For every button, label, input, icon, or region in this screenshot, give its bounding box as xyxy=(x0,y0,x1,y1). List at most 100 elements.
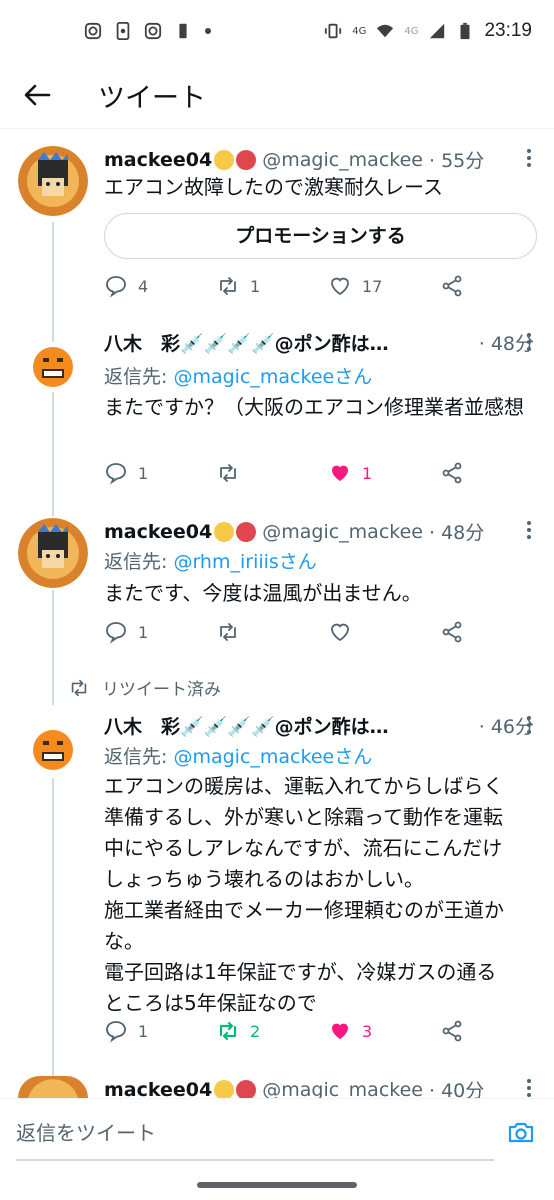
signal-icon xyxy=(430,23,445,39)
share-icon xyxy=(442,275,462,297)
gesture-nav-bar[interactable] xyxy=(197,1182,357,1188)
reply-to-link[interactable]: @rhm_iriiisさん xyxy=(173,551,316,573)
page-title: ツイート xyxy=(98,83,206,114)
back-arrow-icon[interactable] xyxy=(22,80,52,110)
sushi-emoji-icon xyxy=(236,149,257,170)
reply-count: 1 xyxy=(138,622,149,642)
retweet-button[interactable] xyxy=(216,461,240,485)
display-name[interactable]: mackee04 xyxy=(104,149,212,171)
instagram-icon xyxy=(84,22,102,40)
timestamp[interactable]: · 48分 xyxy=(471,329,534,356)
timestamp[interactable]: · 46分 xyxy=(471,712,534,739)
reply-icon xyxy=(106,463,126,485)
retweeted-label: リツイート済み xyxy=(102,680,221,700)
share-button[interactable] xyxy=(440,274,464,298)
retweet-count: 1 xyxy=(250,276,261,296)
heart-icon xyxy=(331,277,349,296)
like-button[interactable]: 1 xyxy=(328,461,372,485)
avatar[interactable] xyxy=(18,1076,88,1098)
tired-face-emoji-icon xyxy=(214,521,235,542)
retweet-button[interactable]: 2 xyxy=(216,1019,260,1043)
tweet-text: エアコン故障したので激寒耐久レース xyxy=(104,175,443,199)
avatar[interactable] xyxy=(18,146,88,216)
network-label-2: 4G xyxy=(404,25,419,37)
retweet-count: 2 xyxy=(250,1021,261,1041)
instagram-icon xyxy=(144,22,162,40)
like-button[interactable] xyxy=(328,620,352,644)
avatar[interactable] xyxy=(30,344,76,390)
like-count: 17 xyxy=(362,276,383,296)
display-name[interactable]: mackee04 xyxy=(104,521,212,543)
tweet-text-line: 電子回路は1年保証ですが、冷媒ガスの通る xyxy=(104,960,497,984)
tweet-actions: 1 2 3 xyxy=(104,1019,504,1047)
reply-prefix: 返信先: xyxy=(104,746,174,768)
phone-app-icon xyxy=(116,22,130,40)
tweet-actions: 1 1 xyxy=(104,461,504,489)
share-icon xyxy=(442,462,462,484)
reply-context: 返信先: @magic_mackeeさん xyxy=(104,742,372,769)
retweet-icon xyxy=(220,277,236,295)
reply-button[interactable]: 4 xyxy=(104,274,148,298)
camera-icon[interactable] xyxy=(506,1117,536,1147)
reply-context: 返信先: @rhm_iriiisさん xyxy=(104,547,317,574)
display-name[interactable]: 八木 彩💉💉💉💉@ポン酢は… xyxy=(104,712,389,739)
heart-icon xyxy=(331,623,349,642)
retweet-icon xyxy=(220,464,236,482)
tweet-text: またです、今度は温風が出ません。 xyxy=(104,581,422,605)
user-handle[interactable]: @magic_mackee xyxy=(262,521,423,543)
promote-button[interactable]: プロモーションする xyxy=(104,213,537,259)
reply-input[interactable]: 返信をツイート xyxy=(16,1107,494,1161)
tweet-text: エアコンの暖房は、運転入れてからしばらく 準備するし、外が寒いと除霜って動作を運… xyxy=(104,771,534,1019)
reply-composer: 返信をツイート xyxy=(0,1098,554,1169)
dot-icon xyxy=(205,28,211,34)
like-button[interactable]: 17 xyxy=(328,274,382,298)
share-button[interactable] xyxy=(440,1019,464,1043)
avatar[interactable] xyxy=(30,727,76,773)
reply-to-link[interactable]: @magic_mackeeさん xyxy=(173,746,372,768)
retweet-button[interactable] xyxy=(216,620,240,644)
reply-icon xyxy=(106,1021,126,1043)
share-button[interactable] xyxy=(440,620,464,644)
tired-face-emoji-icon xyxy=(214,1079,235,1100)
user-handle[interactable]: @magic_mackee xyxy=(262,149,423,171)
sushi-emoji-icon xyxy=(236,1079,257,1100)
network-label: 4G xyxy=(352,25,367,37)
reply-icon xyxy=(106,622,126,644)
share-button[interactable] xyxy=(440,461,464,485)
tweet-header: 八木 彩💉💉💉💉@ポン酢は… · 46分 xyxy=(104,712,534,739)
reply-count: 1 xyxy=(138,463,149,483)
retweet-icon xyxy=(71,679,87,696)
tweet-text-line: しょっちゅう壊れるのはおかしい。 xyxy=(104,867,424,891)
thread-line xyxy=(52,778,54,1078)
reply-context: 返信先: @magic_mackeeさん xyxy=(104,362,372,389)
reply-count: 4 xyxy=(138,276,149,296)
timestamp[interactable]: · 48分 xyxy=(429,518,484,545)
tweet-text-line: 中にやるしアレなんですが、流石にこんだけ xyxy=(104,836,503,860)
reply-to-link[interactable]: @magic_mackeeさん xyxy=(173,366,372,388)
tweet-text-line: な。 xyxy=(104,929,144,953)
reply-button[interactable]: 1 xyxy=(104,1019,148,1043)
avatar[interactable] xyxy=(18,518,88,588)
more-options-icon[interactable] xyxy=(526,1078,532,1098)
retweet-button[interactable]: 1 xyxy=(216,274,260,298)
heart-filled-icon xyxy=(332,1023,348,1039)
battery-small-icon xyxy=(179,23,187,39)
more-options-icon[interactable] xyxy=(526,520,532,540)
more-options-icon[interactable] xyxy=(526,332,532,352)
display-name[interactable]: 八木 彩💉💉💉💉@ポン酢は… xyxy=(104,329,389,356)
like-button[interactable]: 3 xyxy=(328,1019,372,1043)
status-bar: 4G 4G 23:19 xyxy=(0,0,554,62)
reply-button[interactable]: 1 xyxy=(104,461,148,485)
retweet-icon xyxy=(220,623,236,641)
more-options-icon[interactable] xyxy=(526,148,532,168)
reply-prefix: 返信先: xyxy=(104,366,174,388)
reply-button[interactable]: 1 xyxy=(104,620,148,644)
tweet-header: mackee04 @magic_mackee · 55分 xyxy=(104,146,534,173)
retweet-active-icon xyxy=(219,1021,237,1041)
tweet-text-line: ところは5年保証なので xyxy=(104,991,317,1015)
tweet-text-line: エアコンの暖房は、運転入れてからしばらく xyxy=(104,774,504,798)
sushi-emoji-icon xyxy=(236,521,257,542)
timestamp[interactable]: · 55分 xyxy=(429,146,484,173)
tweet-text-line: 施工業者経由でメーカー修理頼むのが王道か xyxy=(104,898,504,922)
more-options-icon[interactable] xyxy=(526,715,532,735)
